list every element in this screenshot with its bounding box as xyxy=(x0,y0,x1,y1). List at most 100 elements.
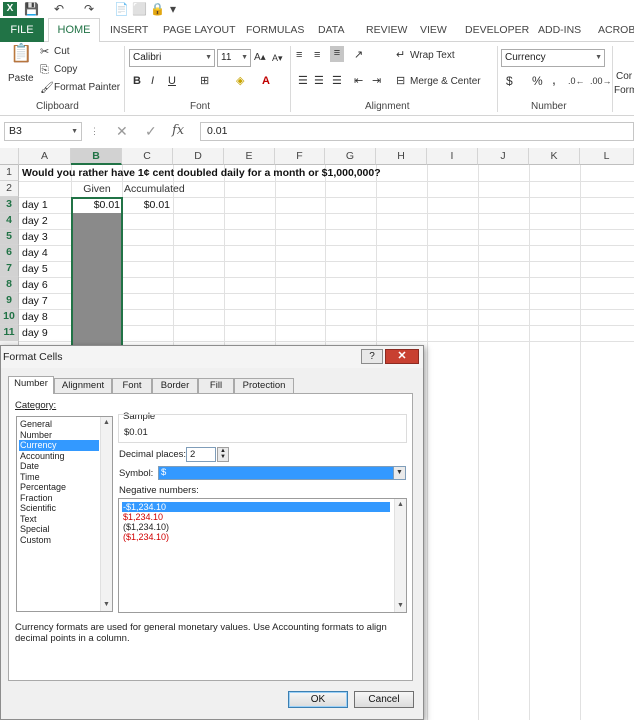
paste-icon[interactable]: 📋 xyxy=(10,44,32,68)
tab-acrobat[interactable]: ACROBA xyxy=(598,22,634,42)
decimal-places-input[interactable]: 2 xyxy=(186,447,216,462)
fill-color-icon[interactable]: ◈ xyxy=(236,74,244,88)
top-align-icon[interactable]: ≡ xyxy=(296,48,302,62)
scroll-up-icon[interactable]: ▲ xyxy=(395,499,406,511)
list-item[interactable]: Special xyxy=(19,524,99,535)
name-box[interactable]: B3 ▼ xyxy=(4,122,82,141)
ok-button[interactable]: OK xyxy=(288,691,348,708)
column-header-l[interactable]: L xyxy=(580,148,634,165)
cancel-button[interactable]: Cancel xyxy=(354,691,414,708)
italic-button[interactable]: I xyxy=(151,74,154,88)
lock-icon[interactable]: 🔒 xyxy=(150,1,165,17)
chevron-down-icon[interactable]: ▼ xyxy=(393,466,406,480)
cell-day[interactable]: day 5 xyxy=(22,261,48,277)
cancel-icon[interactable]: ✕ xyxy=(116,123,128,140)
enter-icon[interactable]: ✓ xyxy=(145,123,157,140)
column-header-e[interactable]: E xyxy=(224,148,275,165)
increase-font-icon[interactable]: A▴ xyxy=(254,51,266,65)
font-name-combo[interactable]: Calibri ▼ xyxy=(129,49,215,67)
comma-button[interactable]: , xyxy=(552,72,556,86)
undo-icon[interactable]: ↶ xyxy=(54,1,64,17)
cell-day[interactable]: day 8 xyxy=(22,309,48,325)
list-item[interactable]: Fraction xyxy=(19,493,99,504)
category-scrollbar[interactable]: ▲ ▼ xyxy=(100,417,112,611)
cell-day[interactable]: day 6 xyxy=(22,277,48,293)
tab-number[interactable]: Number xyxy=(8,376,54,394)
list-item[interactable]: ($1,234.10) xyxy=(122,532,390,542)
orientation-icon[interactable]: ↗ xyxy=(354,48,363,62)
copy-icon[interactable]: ⎘ xyxy=(40,63,49,77)
cell-c2-accumulated[interactable]: Accumulated xyxy=(124,181,185,197)
scroll-up-icon[interactable]: ▲ xyxy=(101,417,112,429)
format-painter-icon[interactable]: 🖌 xyxy=(40,81,54,95)
merge-center-button[interactable]: Merge & Center xyxy=(410,75,481,89)
cell-day[interactable]: day 3 xyxy=(22,229,48,245)
copy-button[interactable]: Copy xyxy=(54,63,77,77)
row-header-4[interactable]: 4 xyxy=(0,213,19,229)
column-header-f[interactable]: F xyxy=(275,148,325,165)
cut-button[interactable]: Cut xyxy=(54,45,70,59)
formula-input[interactable]: 0.01 xyxy=(200,122,634,141)
tab-review[interactable]: REVIEW xyxy=(366,22,407,42)
column-header-j[interactable]: J xyxy=(478,148,529,165)
align-left-icon[interactable]: ☰ xyxy=(298,74,308,88)
list-item[interactable]: Percentage xyxy=(19,482,99,493)
column-header-b[interactable]: B xyxy=(71,148,122,165)
tab-formulas[interactable]: FORMULAS xyxy=(246,22,304,42)
paste-button[interactable]: Paste xyxy=(8,72,34,86)
column-header-h[interactable]: H xyxy=(376,148,427,165)
cell-a1-title[interactable]: Would you rather have 1¢ cent doubled da… xyxy=(22,165,381,181)
number-format-combo[interactable]: Currency ▼ xyxy=(501,49,605,67)
list-item[interactable]: General xyxy=(19,419,99,430)
row-header-10[interactable]: 10 xyxy=(0,309,19,325)
help-button[interactable]: ? xyxy=(361,349,383,364)
row-header-3[interactable]: 3 xyxy=(0,197,19,213)
row-header-6[interactable]: 6 xyxy=(0,245,19,261)
increase-decimal-icon[interactable]: .0← xyxy=(568,74,585,88)
dialog-title[interactable]: Format Cells xyxy=(1,346,423,368)
new-document-icon[interactable]: 📄 xyxy=(114,1,129,17)
tab-add-ins[interactable]: ADD-INS xyxy=(538,22,581,42)
decimal-places-stepper[interactable]: ▲ ▼ xyxy=(217,447,229,462)
category-list[interactable]: General Number Currency Accounting Date … xyxy=(16,416,113,612)
scroll-down-icon[interactable]: ▼ xyxy=(395,600,406,612)
insert-function-button[interactable]: fx xyxy=(172,123,184,138)
tab-alignment[interactable]: Alignment xyxy=(54,378,112,393)
close-button[interactable]: ✕ xyxy=(385,349,419,364)
tab-insert[interactable]: INSERT xyxy=(110,22,148,42)
list-item[interactable]: Custom xyxy=(19,535,99,546)
cell-day[interactable]: day 2 xyxy=(22,213,48,229)
list-item[interactable]: Text xyxy=(19,514,99,525)
select-all-corner[interactable] xyxy=(0,148,19,165)
list-item-selected[interactable]: -$1,234.10 xyxy=(122,502,390,512)
column-header-k[interactable]: K xyxy=(529,148,580,165)
font-color-icon[interactable]: A xyxy=(262,74,270,88)
save-icon[interactable]: 💾 xyxy=(24,1,39,17)
row-header-2[interactable]: 2 xyxy=(0,181,19,197)
list-item[interactable]: Accounting xyxy=(19,451,99,462)
currency-button[interactable]: $ xyxy=(506,74,513,88)
redo-icon[interactable]: ↷ xyxy=(84,1,94,17)
negative-numbers-list[interactable]: -$1,234.10 $1,234.10 ($1,234.10) ($1,234… xyxy=(118,498,407,613)
list-item[interactable]: Time xyxy=(19,472,99,483)
column-header-c[interactable]: C xyxy=(122,148,173,165)
row-header-11[interactable]: 11 xyxy=(0,325,19,341)
wrap-text-icon[interactable]: ↵ xyxy=(396,48,405,62)
list-item[interactable]: Number xyxy=(19,430,99,441)
list-item[interactable]: ($1,234.10) xyxy=(122,522,390,532)
tab-home[interactable]: HOME xyxy=(48,18,100,43)
negative-scrollbar[interactable]: ▲ ▼ xyxy=(394,499,406,612)
decrease-decimal-icon[interactable]: .00→ xyxy=(590,74,612,88)
row-header-5[interactable]: 5 xyxy=(0,229,19,245)
cell-b3-active[interactable]: $0.01 xyxy=(73,197,120,213)
wrap-text-button[interactable]: Wrap Text xyxy=(410,49,455,63)
tab-protection[interactable]: Protection xyxy=(234,378,294,393)
open-icon[interactable]: ⬜ xyxy=(132,1,147,17)
tab-page-layout[interactable]: PAGE LAYOUT xyxy=(163,22,236,42)
bold-button[interactable]: B xyxy=(133,74,141,88)
middle-align-icon[interactable]: ≡ xyxy=(314,48,320,62)
cell-day[interactable]: day 9 xyxy=(22,325,48,341)
tab-data[interactable]: DATA xyxy=(318,22,344,42)
row-header-8[interactable]: 8 xyxy=(0,277,19,293)
list-item[interactable]: Date xyxy=(19,461,99,472)
